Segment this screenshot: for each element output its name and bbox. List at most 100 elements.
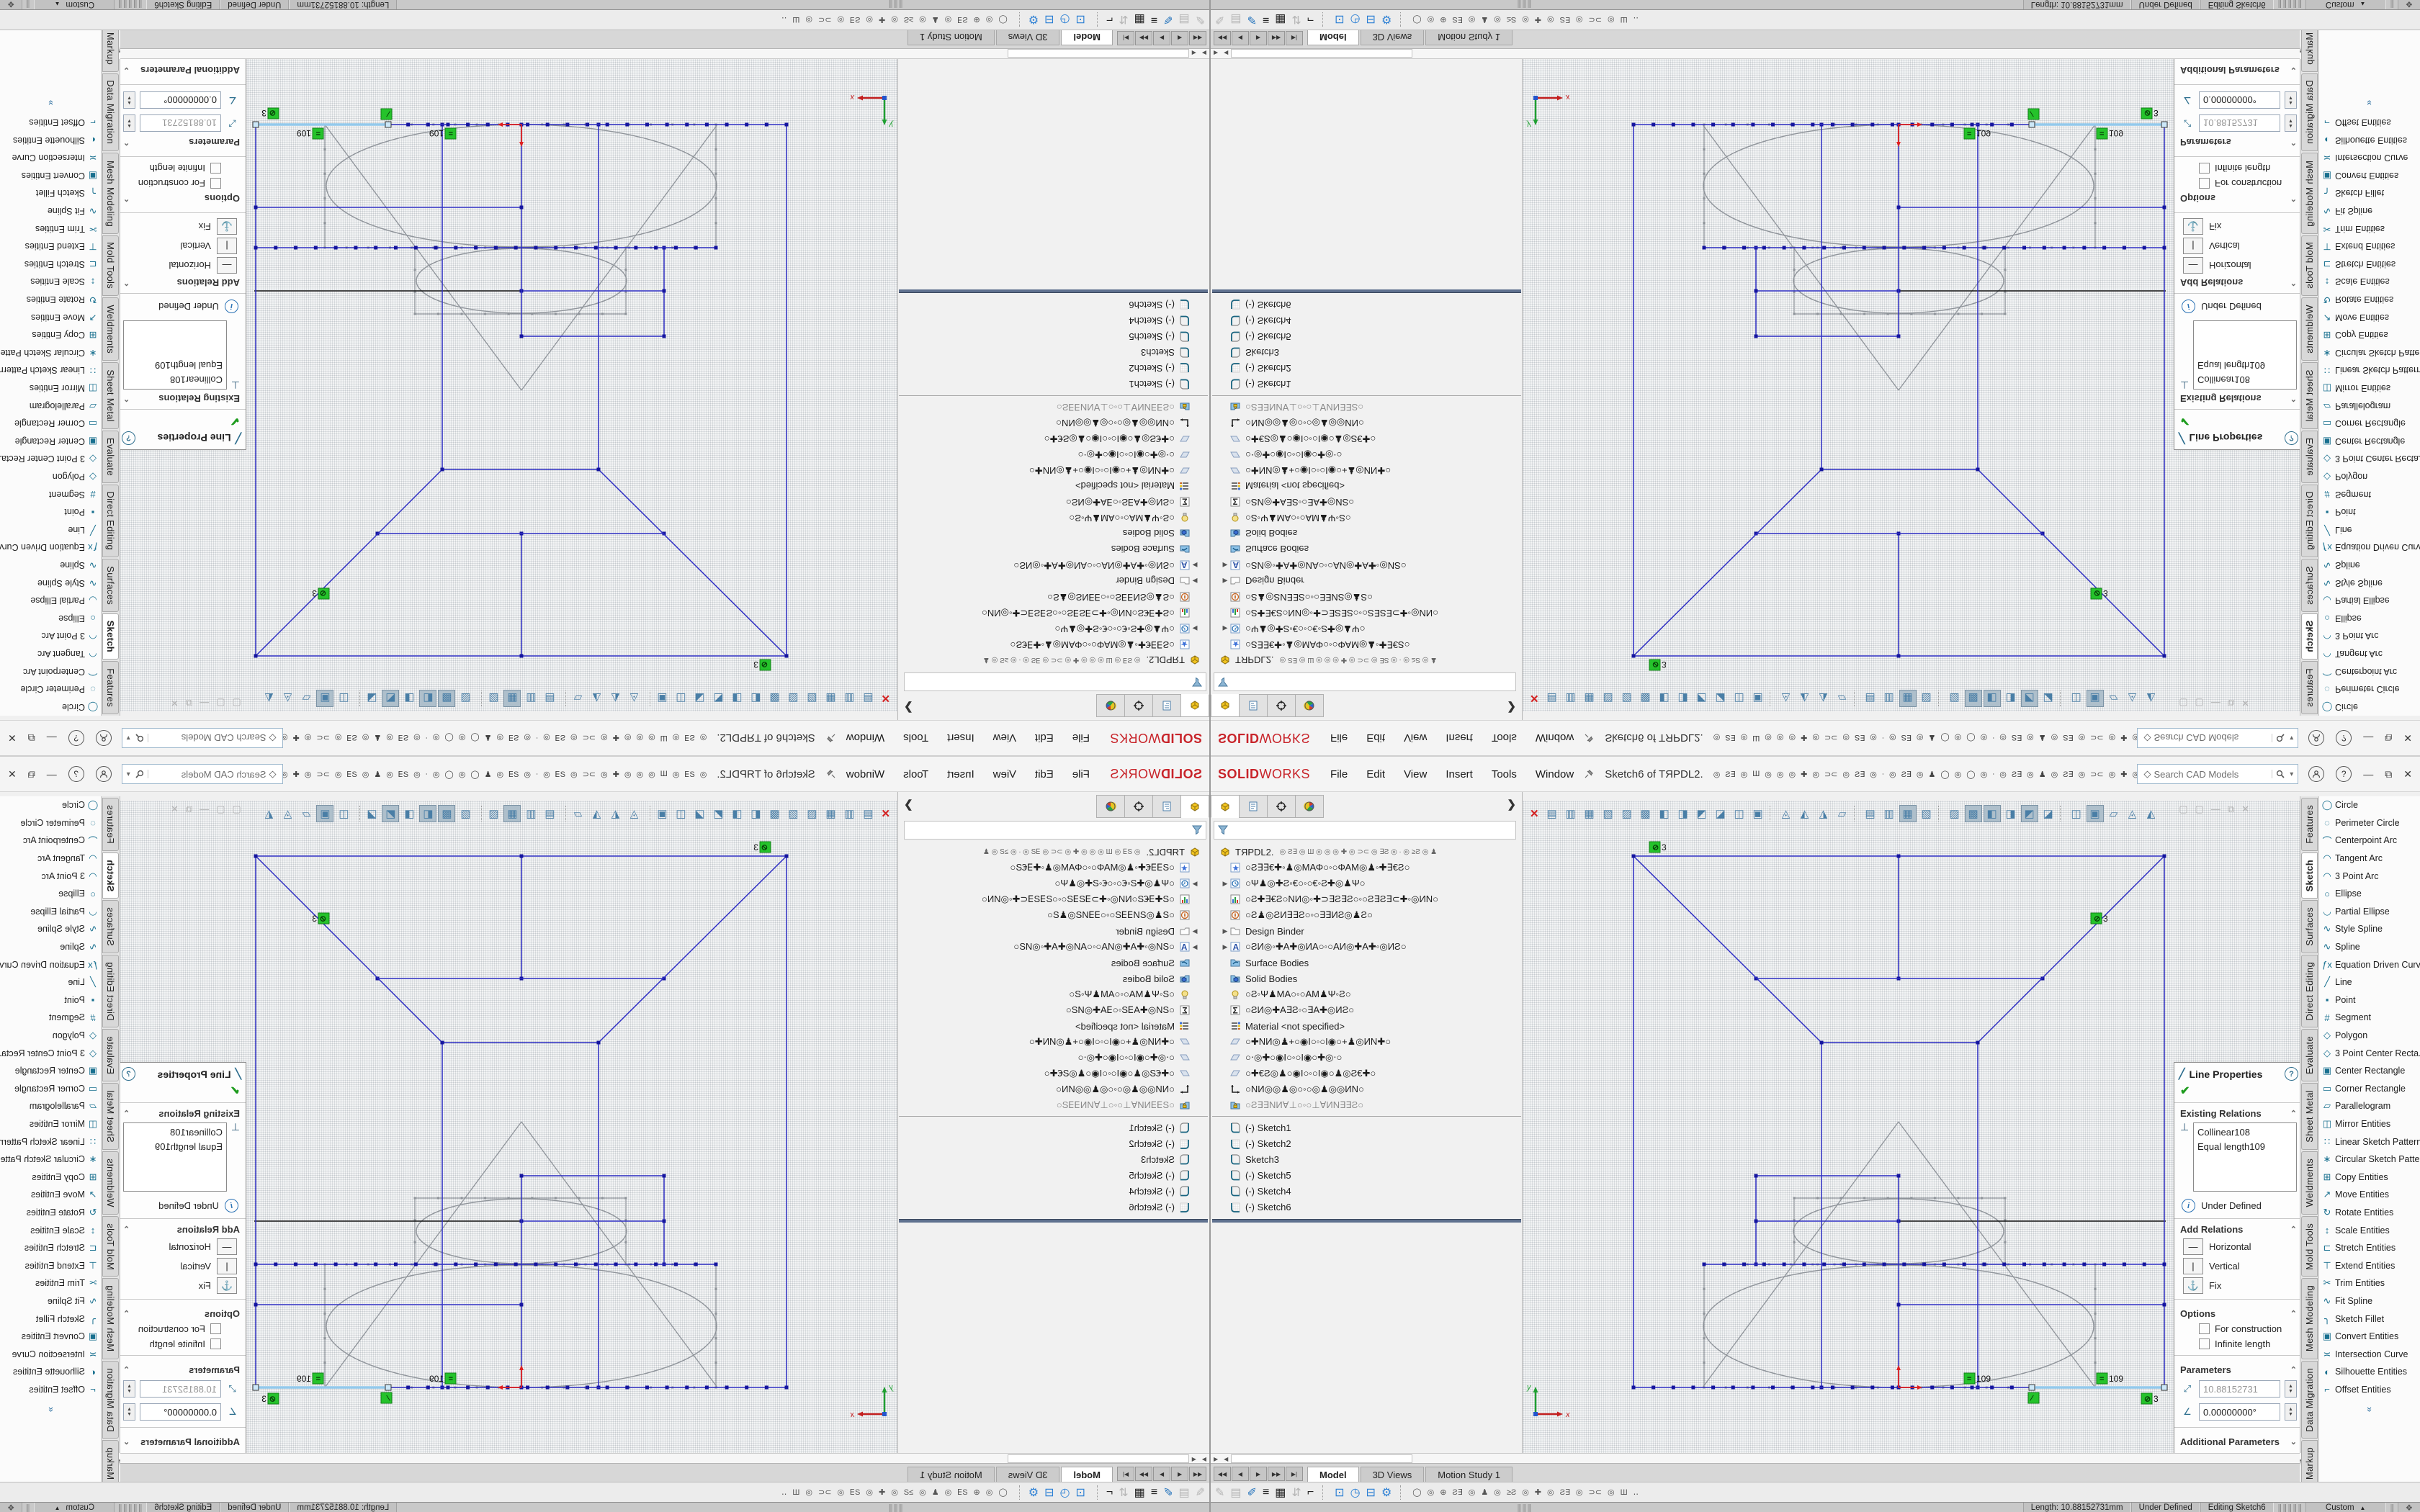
checkbox[interactable] <box>210 163 221 174</box>
toolbar-glyph-icon[interactable]: ♟ <box>1928 770 1935 779</box>
tool-tangent-arc[interactable]: ◠Tangent Arc <box>0 850 101 868</box>
menu-edit[interactable]: Edit <box>1366 732 1385 744</box>
tool-equation-driven-curve[interactable]: ƒxEquation Driven Curve <box>2319 539 2420 557</box>
tool-perimeter-circle[interactable]: ◌Perimeter Circle <box>2319 814 2420 832</box>
collapse-icon[interactable]: ⌃ <box>123 1109 130 1118</box>
length-field[interactable]: 10.88152731 <box>140 114 221 132</box>
tool-center-rectangle[interactable]: ▣Center Rectangle <box>2319 433 2420 451</box>
tree-item[interactable]: (-) Sketch6 <box>897 297 1209 313</box>
toolbar-glyph-icon[interactable]: ◯ <box>1940 770 1949 779</box>
cm-tab-evaluate[interactable]: Evaluate <box>2301 431 2318 483</box>
bottom-toolbar-icon[interactable]: ✐ <box>1247 1485 1257 1500</box>
toolbar-glyph-icon[interactable]: ◎ <box>1955 734 1962 743</box>
toolbar-glyph-icon[interactable]: Ƨ∃ <box>398 734 408 743</box>
menu-window[interactable]: Window <box>846 732 884 744</box>
cm-tab-evaluate[interactable]: Evaluate <box>102 1029 119 1081</box>
bottom-toolbar-icon[interactable]: ⊟ <box>1044 1485 1054 1500</box>
tree-expand-icon[interactable]: ▶ <box>1221 577 1229 585</box>
tree-item[interactable]: TЯPDL2. ◎ Ƨ∃ ◎ Ш ◎ ◎ ◎ ✚ ◎ ⊃⊂ ◎ ∃Ƨ ◎ ∙ ◎… <box>1211 844 1523 860</box>
fm-tab-target[interactable] <box>1267 694 1296 717</box>
cm-tab-mesh-modeling[interactable]: Mesh Modeling <box>2301 153 2318 234</box>
pm-ok-button[interactable]: ✔ <box>2174 1082 2303 1103</box>
add-relations-header[interactable]: Add Relations <box>177 277 240 288</box>
toolbar-glyph-icon[interactable]: ◎ <box>601 770 608 779</box>
vcr-button[interactable]: ▶ <box>1153 31 1170 45</box>
tree-item[interactable]: ▶Design Binder <box>897 923 1209 939</box>
relation-item[interactable]: Collinear108 <box>127 1125 223 1140</box>
tool-trim-entities[interactable]: ✂Trim Entities <box>0 1274 101 1292</box>
tool-copy-entities[interactable]: ⊞Copy Entities <box>2319 326 2420 344</box>
bottom-glyph-icon[interactable]: ◎ <box>837 1488 844 1497</box>
fm-tab-propmgr[interactable] <box>1152 694 1181 717</box>
tree-expand-icon[interactable]: ▶ <box>1221 927 1229 935</box>
toolbar-glyph-icon[interactable]: ✚ <box>293 770 300 779</box>
menu-file[interactable]: File <box>1330 732 1348 744</box>
collapse-icon[interactable]: ⌃ <box>123 1225 130 1234</box>
bottom-glyph-icon[interactable]: Ƨ∃ <box>1560 15 1570 24</box>
option-checkbox-row[interactable]: For construction <box>2174 1321 2303 1336</box>
toolbar-glyph-icon[interactable]: ◎ <box>1713 734 1721 743</box>
bottom-glyph-icon[interactable]: ‥ <box>1634 15 1639 24</box>
tree-item[interactable]: ○Ƨ♟◎ƧИ∃∃Ƨ○◦○∃∃ИƧ◎♟Ƨ○ <box>897 589 1209 605</box>
collapse-icon[interactable]: ⌃ <box>2290 278 2297 287</box>
tree-item[interactable]: ○✚ΝИ◎♟+○◉Ι○◦○Ι◉○+♟◎ИΝ✚○ <box>1211 1034 1523 1050</box>
tool-point[interactable]: ▪Point <box>2319 991 2420 1009</box>
search-dropdown-icon[interactable]: ▾ <box>125 770 132 778</box>
toolbar-glyph-icon[interactable]: Ƨ∃ <box>684 734 694 743</box>
relation-item[interactable]: Collinear108 <box>2197 373 2293 387</box>
menu-file[interactable]: File <box>1072 732 1090 744</box>
search-dropdown-icon[interactable]: ▾ <box>125 734 132 742</box>
tool-3-point-arc[interactable]: ◠3 Point Arc <box>0 867 101 885</box>
tree-item[interactable]: ○ΝИ◎◎♟◎○◦○◎♟◎◎ИΝ○ <box>897 1081 1209 1097</box>
toolbar-glyph-icon[interactable]: ◎ <box>543 770 550 779</box>
tree-item[interactable]: Surface Bodies <box>1211 541 1523 557</box>
pin-icon[interactable] <box>827 734 836 743</box>
bottom-toolbar-icon[interactable]: ⊡ <box>1075 13 1085 27</box>
tool-sketch-fillet[interactable]: ╮Sketch Fillet <box>2319 184 2420 202</box>
toolbar-glyph-icon[interactable]: Ƨ∃ <box>1901 734 1912 743</box>
tool-sketch-fillet[interactable]: ╮Sketch Fillet <box>0 184 101 202</box>
menu-edit[interactable]: Edit <box>1366 768 1385 780</box>
tree-item[interactable]: Surface Bodies <box>897 955 1209 971</box>
bottom-glyph-icon[interactable]: ◎ <box>986 15 993 24</box>
tree-item[interactable]: ○Ƨ✚∃€Ƨ○ΝИ◎◦✚⊃∃Ƨ∃Ƨ○◦○Ƨ∃Ƨ∃⊂✚◦◎ИΝ○ <box>897 891 1209 907</box>
tool-segment[interactable]: #Segment <box>0 1009 101 1027</box>
tool-linear-sketch-pattern[interactable]: ∷Linear Sketch Pattern <box>0 1133 101 1151</box>
toolbar-glyph-icon[interactable]: ◎ <box>1741 734 1748 743</box>
tool-centerpoint-arc[interactable]: ⌒Centerpoint Arc <box>0 662 101 680</box>
tree-expand-icon[interactable]: ▶ <box>1191 577 1199 585</box>
bottom-toolbar-icon[interactable]: ▤ <box>1178 1485 1189 1500</box>
search-box[interactable]: ◇ Search CAD Models ▾ <box>2137 728 2298 748</box>
tool-style-spline[interactable]: ∿Style Spline <box>2319 574 2420 592</box>
horizontal-scrollbar[interactable]: ▶ ◀ <box>120 1453 1209 1464</box>
toolbar-glyph-icon[interactable]: ◯ <box>1966 770 1975 779</box>
expand-icon[interactable]: ⌄ <box>2290 1437 2297 1446</box>
toolbar-glyph-icon[interactable]: Ƨ∃ <box>1725 770 1735 779</box>
tool-segment[interactable]: #Segment <box>2319 1009 2420 1027</box>
cm-tab-direct-editing[interactable]: Direct Editing <box>2301 485 2318 558</box>
toolbar-glyph-icon[interactable]: ∙ <box>1882 734 1884 742</box>
toolbar-glyph-icon[interactable]: ◎ <box>386 770 393 779</box>
tool-3-point-arc[interactable]: ◠3 Point Arc <box>0 627 101 645</box>
toolbar-glyph-icon[interactable]: ⊃⊂ <box>316 734 329 743</box>
tool-copy-entities[interactable]: ⊞Copy Entities <box>0 326 101 344</box>
fm-tab-target[interactable] <box>1124 694 1153 717</box>
toolbar-glyph-icon[interactable]: ◎ <box>570 770 578 779</box>
tool-corner-rectangle[interactable]: ▭Corner Rectangle <box>0 1080 101 1098</box>
menu-insert[interactable]: Insert <box>947 732 974 744</box>
add-relations-header[interactable]: Add Relations <box>2180 277 2243 288</box>
menu-edit[interactable]: Edit <box>1035 732 1054 744</box>
bottom-toolbar-icon[interactable]: ⚙ <box>1381 1485 1392 1500</box>
menu-file[interactable]: File <box>1330 768 1348 780</box>
tree-item[interactable]: Sketch3 <box>897 345 1209 361</box>
toolbar-glyph-icon[interactable]: Ш <box>660 770 668 778</box>
search-input[interactable]: Search CAD Models <box>148 733 266 744</box>
toolbar-glyph-icon[interactable]: ◯ <box>1940 734 1949 743</box>
bottom-glyph-icon[interactable]: ‥ <box>781 15 786 24</box>
vertical-icon[interactable]: | <box>2183 1258 2203 1274</box>
toolbar-glyph-icon[interactable]: ◎ <box>386 734 393 743</box>
tree-item[interactable]: ○✚ΝИ◎♟+○◉Ι○◦○Ι◉○+♟◎ИΝ✚○ <box>897 1034 1209 1050</box>
tree-item[interactable]: ○⋅◎✚○◉Ι○◦○Ι◉○✚◎⋅○ <box>897 1050 1209 1066</box>
tree-item[interactable]: TЯPDL2. ◎ Ƨ∃ ◎ Ш ◎ ◎ ◎ ✚ ◎ ⊃⊂ ◎ ∃Ƨ ◎ ∙ ◎… <box>897 652 1209 668</box>
tool-corner-rectangle[interactable]: ▭Corner Rectangle <box>2319 1080 2420 1098</box>
